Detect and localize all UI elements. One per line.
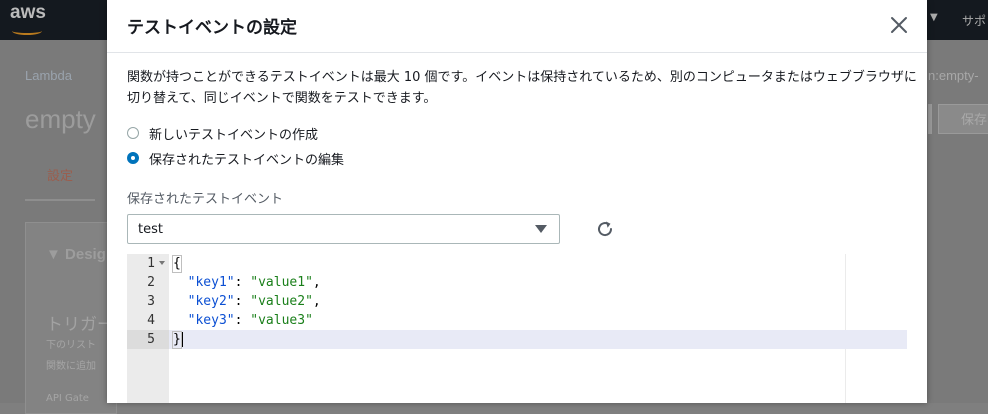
- close-icon[interactable]: [886, 12, 912, 38]
- code-line-2: "key1": "value1",: [187, 275, 321, 290]
- open-brace: {: [172, 255, 182, 273]
- breadcrumb-lambda[interactable]: Lambda: [25, 68, 72, 83]
- modal-header: テストイベントの設定: [107, 0, 927, 53]
- json-key: "key3": [187, 313, 235, 328]
- saved-event-value: test: [138, 222, 163, 237]
- active-line-highlight: [169, 330, 907, 349]
- function-arn: n:empty-: [928, 68, 979, 83]
- radio-create-new[interactable]: 新しいテストイベントの作成: [127, 123, 318, 143]
- line-number: 2: [147, 275, 155, 290]
- json-value: "value3": [250, 313, 313, 328]
- radio-edit-saved[interactable]: 保存されたテストイベントの編集: [127, 148, 344, 168]
- json-value: "value1": [250, 275, 313, 290]
- close-brace: }: [172, 331, 182, 349]
- json-key: "key2": [187, 294, 235, 309]
- text-cursor: [181, 332, 183, 347]
- designer-label: Desig: [65, 246, 106, 263]
- fold-arrow-icon[interactable]: [159, 261, 165, 265]
- save-button-edge: [928, 104, 932, 134]
- event-json-editor[interactable]: 1 2 3 4 5 { "key1": "value1", "key2": "v…: [127, 254, 907, 403]
- tab-settings[interactable]: 設定: [47, 165, 73, 184]
- json-key: "key1": [187, 275, 235, 290]
- save-button[interactable]: 保存: [938, 104, 988, 134]
- line-number: 4: [147, 313, 155, 328]
- radio-create-new-label: 新しいテストイベントの作成: [149, 127, 319, 143]
- trigger-heading: トリガー: [46, 315, 114, 335]
- line-number: 3: [147, 294, 155, 309]
- code-line-1: {: [172, 254, 182, 273]
- support-menu[interactable]: サポ: [962, 12, 986, 29]
- trigger-help-1: 下のリスト: [46, 340, 96, 351]
- radio-unchecked-icon[interactable]: [127, 127, 139, 139]
- json-value: "value2": [250, 294, 313, 309]
- caret-down-icon: [535, 225, 547, 233]
- code-line-4: "key3": "value3": [187, 313, 313, 328]
- aws-logo[interactable]: aws: [10, 2, 46, 24]
- radio-edit-saved-label: 保存されたテストイベントの編集: [149, 152, 345, 168]
- line-number: 1: [147, 256, 155, 271]
- saved-events-label: 保存されたテストイベント: [127, 192, 284, 207]
- aws-logo-smile-icon: [12, 27, 42, 35]
- modal-title: テストイベントの設定: [127, 18, 297, 38]
- line-number: 5: [147, 332, 155, 347]
- refresh-icon[interactable]: [594, 218, 616, 240]
- radio-checked-icon[interactable]: [127, 152, 139, 164]
- tab-underline: [25, 199, 95, 201]
- chevron-down-icon[interactable]: ▼: [930, 12, 938, 23]
- test-event-modal: テストイベントの設定 関数が持つことができるテストイベントは最大 10 個です。…: [107, 0, 927, 403]
- trigger-item[interactable]: API Gate: [46, 393, 89, 404]
- saved-event-select[interactable]: test: [127, 214, 560, 244]
- code-line-5: }: [172, 330, 183, 349]
- editor-print-margin: [845, 254, 846, 403]
- designer-heading[interactable]: ▼ Desig: [46, 246, 106, 263]
- function-title: empty: [25, 104, 96, 134]
- code-line-3: "key2": "value2",: [187, 294, 321, 309]
- modal-description: 関数が持つことができるテストイベントは最大 10 個です。イベントは保持されてい…: [127, 70, 917, 106]
- trigger-help-2: 関数に追加: [46, 361, 96, 372]
